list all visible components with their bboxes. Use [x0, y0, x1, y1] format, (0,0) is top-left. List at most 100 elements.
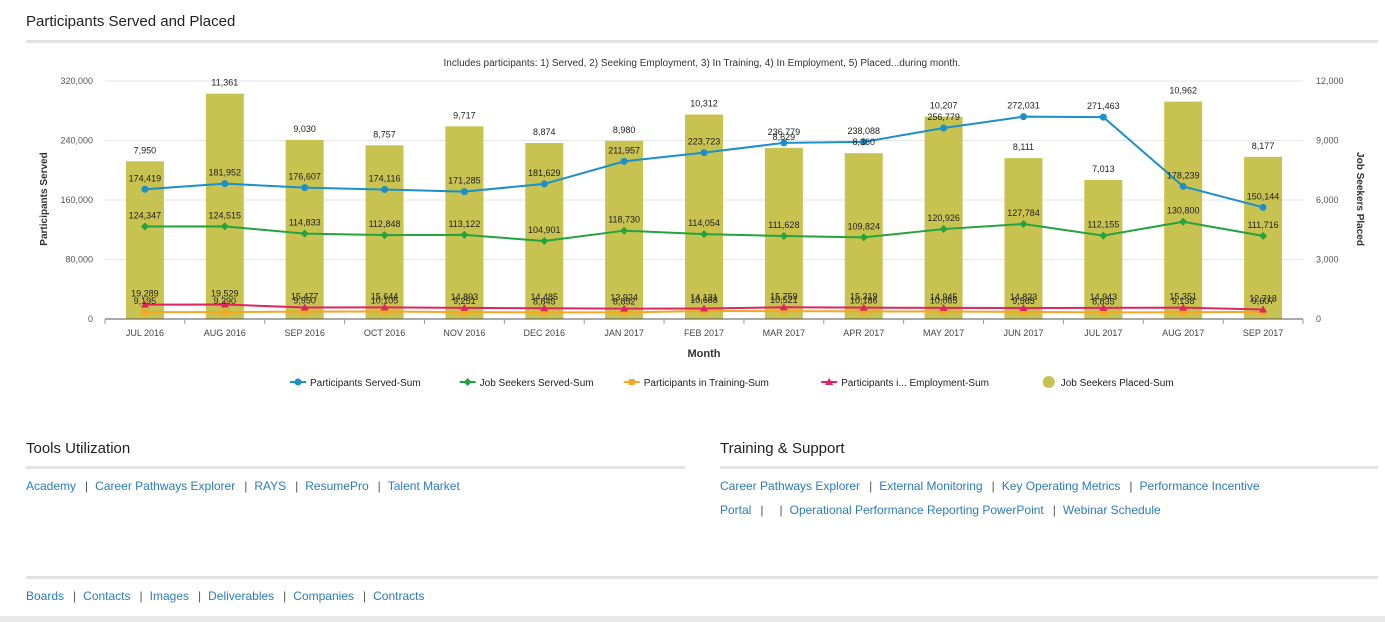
- line-data-label: 14,945: [930, 292, 958, 302]
- line-data-label: 14,823: [1010, 292, 1038, 302]
- legend-marker: [294, 378, 302, 386]
- y-left-tick-label: 160,000: [60, 195, 93, 205]
- line-data-label: 109,824: [847, 221, 880, 231]
- chart-subtitle: Includes participants: 1) Served, 2) See…: [444, 58, 961, 69]
- point-marker: [540, 180, 548, 188]
- line-data-label: 112,848: [369, 219, 401, 229]
- line-data-label: 223,723: [688, 137, 721, 147]
- tools-link-resumepro[interactable]: ResumePro: [305, 479, 368, 493]
- line-data-label: 124,515: [209, 210, 242, 220]
- point-marker: [620, 157, 628, 165]
- training-link-external-monitoring[interactable]: External Monitoring: [879, 479, 982, 493]
- x-tick-label: SEP 2017: [1243, 328, 1283, 338]
- point-marker: [940, 124, 948, 132]
- y-right-tick-label: 6,000: [1316, 195, 1339, 205]
- link-separator: |: [85, 479, 89, 493]
- line-data-label: 236,779: [768, 127, 801, 137]
- line-data-label: 124,347: [129, 211, 162, 221]
- line-data-label: 176,607: [288, 172, 321, 182]
- x-tick-label: MAY 2017: [923, 328, 964, 338]
- link-separator: |: [869, 479, 873, 493]
- chart-legend: Participants Served-Sum Job Seekers Serve…: [290, 376, 1174, 389]
- y-left-tick-label: 0: [88, 314, 93, 324]
- x-tick-label: MAR 2017: [763, 328, 806, 338]
- line-data-label: 272,031: [1007, 101, 1040, 111]
- line-data-label: 14,943: [1090, 292, 1118, 302]
- legend-label: Participants i... Employment-Sum: [841, 378, 989, 389]
- training-link-webinar-schedule[interactable]: Webinar Schedule: [1063, 503, 1161, 517]
- line-data-label: 238,088: [847, 126, 880, 136]
- link-separator: |: [377, 479, 381, 493]
- point-marker: [141, 185, 149, 193]
- line-data-label: 271,463: [1087, 101, 1120, 111]
- x-tick-label: APR 2017: [843, 328, 884, 338]
- tools-link-rays[interactable]: RAYS: [254, 479, 286, 493]
- legend-marker: [463, 378, 472, 386]
- link-separator: |: [362, 589, 367, 603]
- line-data-label: 113,122: [448, 219, 480, 229]
- link-separator: |: [73, 589, 77, 603]
- link-separator: |: [244, 479, 248, 493]
- training-link-operational-performance-reporting-powerpoint[interactable]: Operational Performance Reporting PowerP…: [790, 503, 1044, 517]
- y-right-tick-label: 9,000: [1316, 136, 1339, 146]
- bar-job-seekers-placed: [205, 93, 244, 320]
- footer-link-companies[interactable]: Companies: [293, 589, 354, 603]
- point-marker: [221, 309, 228, 316]
- training-links: Career Pathways Explorer | External Monito…: [720, 474, 1350, 522]
- bar-data-label: 8,111: [1013, 142, 1034, 152]
- training-divider: [720, 466, 1378, 469]
- tools-link-career-pathways-explorer[interactable]: Career Pathways Explorer: [95, 479, 235, 493]
- footer-links: Boards | Contacts | Images | Deliverables | Comp…: [26, 584, 1026, 608]
- footer-link-contracts[interactable]: Contracts: [373, 589, 424, 603]
- line-data-label: 114,054: [688, 218, 720, 228]
- page-bottom-bar: [0, 616, 1385, 622]
- link-separator: |: [198, 589, 202, 603]
- bar-data-label: 7,950: [134, 145, 157, 155]
- bar-data-label: 8,980: [613, 125, 636, 135]
- y-right-tick-label: 0: [1316, 314, 1321, 324]
- x-tick-label: JUN 2017: [1003, 328, 1043, 338]
- bar-data-label: 8,874: [533, 127, 556, 137]
- link-separator: |: [779, 503, 783, 517]
- point-marker: [141, 309, 148, 316]
- training-link-career-pathways-explorer[interactable]: Career Pathways Explorer: [720, 479, 860, 493]
- tools-links: Academy | Career Pathways Explorer | RAYS | Re…: [26, 474, 686, 498]
- x-tick-label: JUL 2016: [126, 328, 164, 338]
- bar-data-label: 11,361: [211, 78, 238, 88]
- line-data-label: 13,924: [610, 293, 638, 303]
- bar-data-label: 10,312: [690, 98, 718, 108]
- x-axis-label: Month: [688, 348, 721, 360]
- training-link-key-operating-metrics[interactable]: Key Operating Metrics: [1002, 479, 1121, 493]
- line-data-label: 211,957: [608, 145, 640, 155]
- participants-chart: Includes participants: 1) Served, 2) See…: [39, 58, 1365, 389]
- bar-data-label: 9,030: [293, 124, 316, 134]
- legend-label: Participants in Training-Sum: [644, 378, 769, 389]
- link-separator: |: [1052, 503, 1056, 517]
- footer-link-boards[interactable]: Boards: [26, 589, 64, 603]
- x-tick-label: DEC 2016: [524, 328, 566, 338]
- x-tick-label: FEB 2017: [684, 328, 724, 338]
- line-data-label: 127,784: [1007, 208, 1040, 218]
- footer-link-deliverables[interactable]: Deliverables: [208, 589, 274, 603]
- footer-link-images[interactable]: Images: [150, 589, 189, 603]
- bar-data-label: 9,717: [453, 110, 476, 120]
- line-data-label: 118,730: [608, 215, 640, 225]
- line-data-label: 111,628: [768, 220, 799, 230]
- y-left-tick-label: 240,000: [60, 136, 93, 146]
- bar-data-label: 8,757: [373, 129, 396, 139]
- point-marker: [1099, 113, 1107, 121]
- point-marker: [1179, 182, 1187, 190]
- line-data-label: 19,529: [211, 288, 239, 298]
- y-right-tick-label: 12,000: [1316, 76, 1344, 86]
- point-marker: [221, 180, 229, 188]
- line-data-label: 150,144: [1247, 191, 1280, 201]
- bar-data-label: 10,207: [930, 101, 958, 111]
- tools-link-academy[interactable]: Academy: [26, 479, 76, 493]
- line-data-label: 111,716: [1247, 220, 1278, 230]
- footer-link-contacts[interactable]: Contacts: [83, 589, 130, 603]
- tools-link-talent-market[interactable]: Talent Market: [388, 479, 460, 493]
- line-data-label: 171,285: [448, 176, 481, 186]
- line-data-label: 12,713: [1249, 294, 1277, 304]
- legend-label: Participants Served-Sum: [310, 378, 421, 389]
- y-left-tick-label: 320,000: [60, 76, 93, 86]
